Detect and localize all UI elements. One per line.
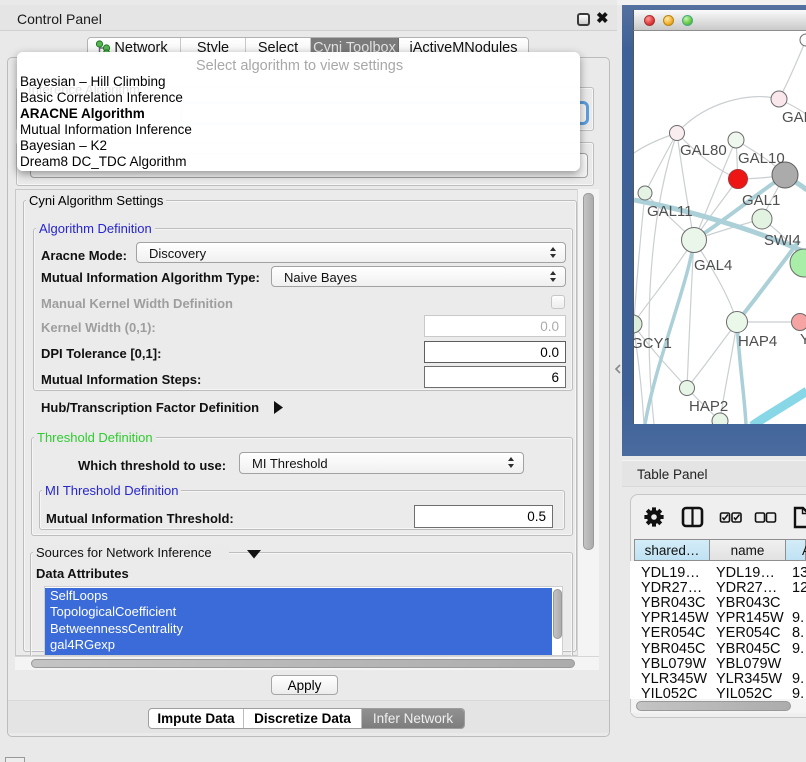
svg-text:GAL7: GAL7 — [782, 109, 806, 126]
svg-text:GAL4: GAL4 — [694, 257, 732, 274]
svg-text:Y: Y — [800, 331, 806, 348]
svg-text:GAL80: GAL80 — [680, 142, 727, 159]
svg-text:GAL11: GAL11 — [647, 203, 693, 220]
svg-text:HAP2: HAP2 — [689, 398, 728, 415]
svg-text:GCY1: GCY1 — [634, 335, 672, 352]
svg-text:GAL10: GAL10 — [738, 150, 785, 167]
svg-text:SWI4: SWI4 — [764, 232, 801, 249]
svg-text:HAP4: HAP4 — [738, 333, 777, 350]
svg-text:GAL1: GAL1 — [742, 192, 780, 209]
